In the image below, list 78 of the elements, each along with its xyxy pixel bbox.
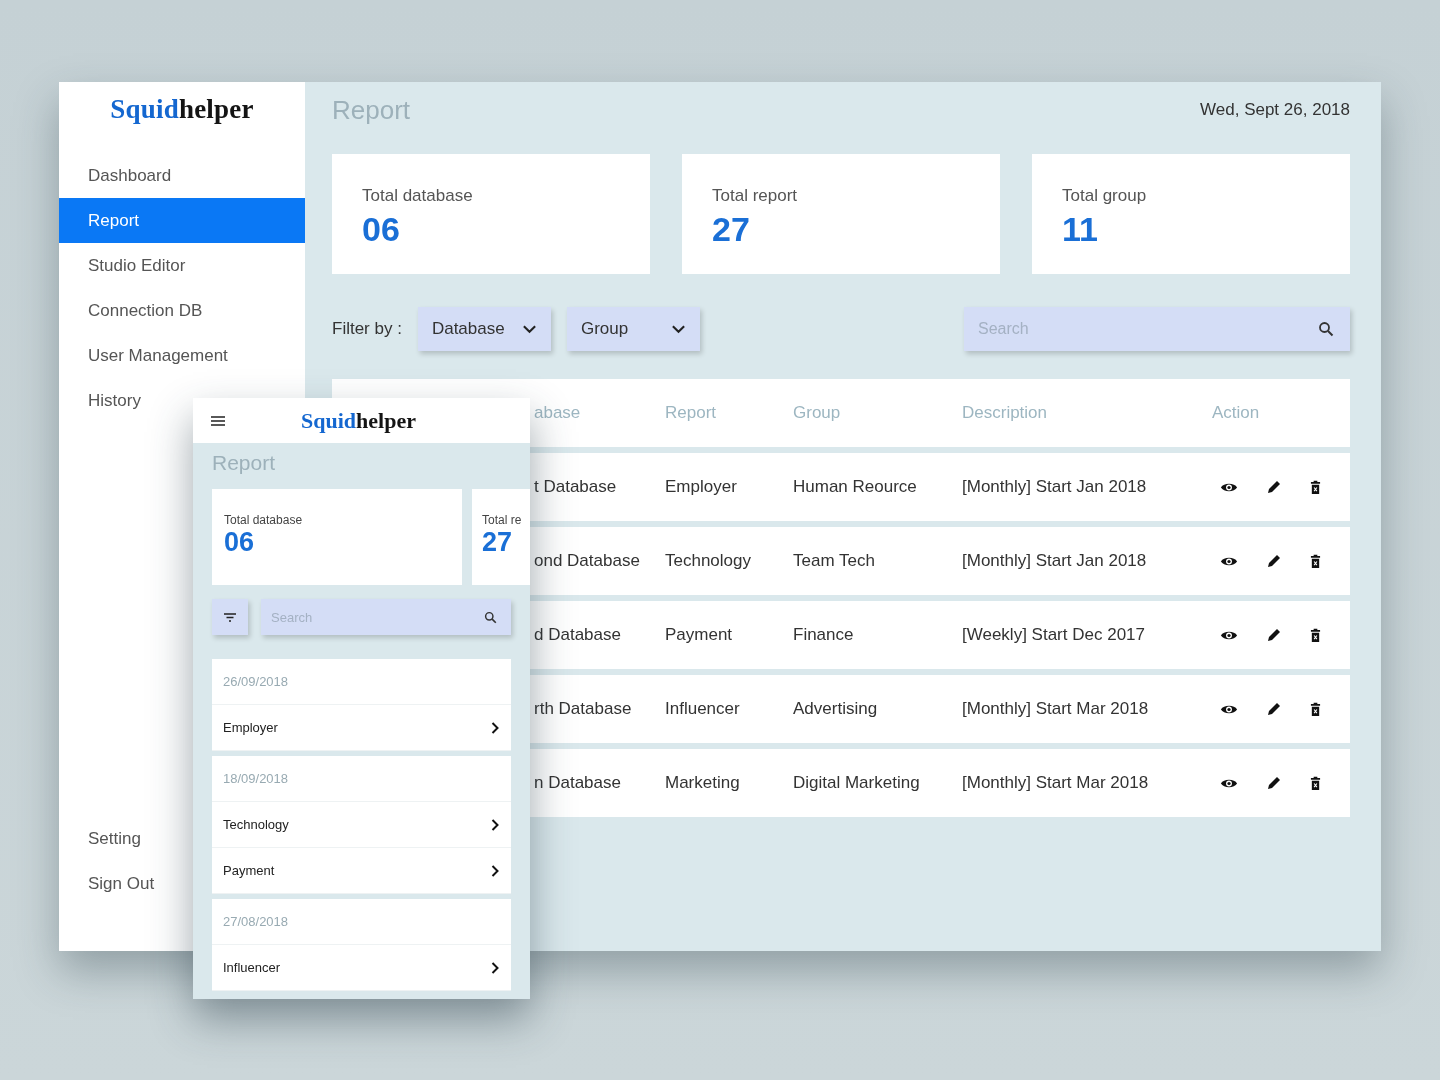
pencil-icon[interactable] (1266, 627, 1282, 643)
filter-button[interactable] (212, 599, 248, 635)
chevron-right-icon (491, 864, 499, 877)
chevron-right-icon (491, 961, 499, 974)
nav-item[interactable]: Studio Editor (59, 243, 215, 288)
trash-icon[interactable] (1310, 553, 1321, 569)
column-header: Description (962, 403, 1049, 423)
menu-icon[interactable] (211, 415, 225, 426)
filter-dropdown[interactable]: Group (566, 307, 700, 351)
table-cell-text: Finance (793, 625, 855, 645)
table-cell-text: Payment (665, 625, 734, 645)
search-icon (1318, 321, 1334, 337)
nav-item[interactable]: User Management (59, 333, 257, 378)
table-cell-text: d Database (533, 625, 622, 645)
table-cell-text: rth Database (533, 699, 633, 719)
table-cell-text: ond Database (533, 551, 641, 571)
page-title: Report (212, 451, 277, 475)
nav-item[interactable]: Dashboard (59, 153, 201, 198)
filter-label: Filter by : (332, 319, 402, 339)
column-header: Action (1212, 403, 1261, 423)
page-title: Report (332, 94, 411, 126)
trash-icon[interactable] (1310, 701, 1321, 717)
date-label: 18/09/2018 (212, 756, 511, 802)
stat-value: 06 (224, 527, 256, 558)
table-cell-text: n Database (533, 773, 622, 793)
column-header: Report (665, 403, 718, 423)
date-label: Wed, Sept 26, 2018 (1200, 100, 1350, 120)
pencil-icon[interactable] (1266, 553, 1282, 569)
filter-dropdown[interactable]: Database (417, 307, 551, 351)
trash-icon[interactable] (1310, 479, 1321, 495)
trash-icon[interactable] (1310, 627, 1321, 643)
trash-icon[interactable] (1310, 775, 1321, 791)
nav-item[interactable]: History (59, 378, 170, 423)
chevron-down-icon (670, 324, 686, 334)
stat-value: 06 (362, 210, 401, 249)
table-cell-text: [Monthly] Start Jan 2018 (962, 551, 1148, 571)
pencil-icon[interactable] (1266, 479, 1282, 495)
column-header: Group (793, 403, 842, 423)
filter-icon (224, 612, 236, 622)
list-item[interactable]: Influencer (212, 945, 511, 991)
list-item[interactable]: Technology (212, 802, 511, 848)
table-cell-text: Technology (665, 551, 752, 571)
chevron-down-icon (521, 324, 537, 334)
table-cell-text: Team Tech (793, 551, 876, 571)
table-cell-text: [Weekly] Start Dec 2017 (962, 625, 1146, 645)
table-cell-text: Influencer (665, 699, 741, 719)
logo: Squidhelper (110, 94, 254, 125)
table-cell-text: [Monthly] Start Jan 2018 (962, 477, 1148, 497)
table-cell-text: Digital Marketing (793, 773, 921, 793)
date-label: 26/09/2018 (212, 659, 511, 705)
table-cell-text: t Database (533, 477, 618, 497)
table-cell-text: Human Reource (793, 477, 918, 497)
stat-value: 11 (1062, 210, 1099, 249)
stat-label: Total report (712, 186, 799, 206)
list-item[interactable]: Payment (212, 848, 511, 894)
table-cell-text: Marketing (665, 773, 741, 793)
stat-label: Total re (482, 513, 523, 527)
stat-value: 27 (712, 210, 751, 249)
table-cell-text: Employer (665, 477, 738, 497)
pencil-icon[interactable] (1266, 701, 1282, 717)
chevron-right-icon (491, 721, 499, 734)
stat-value: 27 (482, 527, 514, 558)
list-item[interactable]: Employer (212, 705, 511, 751)
table-cell-text: Advertising (793, 699, 879, 719)
nav-item[interactable]: Connection DB (59, 288, 232, 333)
pencil-icon[interactable] (1266, 775, 1282, 791)
stat-label: Total database (224, 513, 304, 527)
chevron-right-icon (491, 818, 499, 831)
nav-item[interactable]: Sign Out (59, 861, 184, 906)
logo: Squidhelper (301, 407, 416, 434)
search-icon (484, 611, 497, 624)
nav-item[interactable]: Report (59, 198, 305, 243)
stat-label: Total database (362, 186, 474, 206)
table-cell-text: [Monthly] Start Mar 2018 (962, 773, 1150, 793)
nav-item[interactable]: Setting (59, 816, 170, 861)
stat-label: Total group (1062, 186, 1148, 206)
table-cell-text: [Monthly] Start Mar 2018 (962, 699, 1150, 719)
date-label: 27/08/2018 (212, 899, 511, 945)
